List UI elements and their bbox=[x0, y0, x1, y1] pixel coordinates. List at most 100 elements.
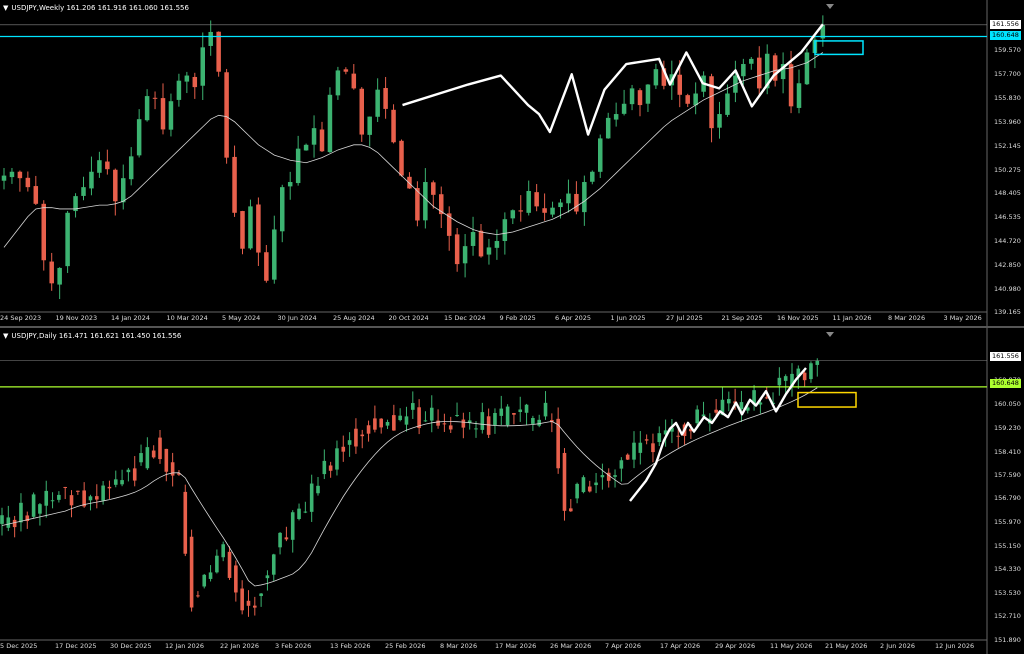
price-tick-label: 150.275 bbox=[994, 165, 1021, 174]
candle-body bbox=[354, 428, 358, 447]
candle-body bbox=[303, 144, 309, 151]
price-tick-label: 151.890 bbox=[994, 636, 1021, 644]
candle-body bbox=[815, 360, 820, 365]
candle-body bbox=[101, 485, 105, 501]
candle-body bbox=[637, 90, 643, 106]
candle-body bbox=[566, 193, 571, 204]
candle-body bbox=[50, 500, 55, 502]
candle-body bbox=[303, 511, 308, 513]
candle-body bbox=[621, 103, 627, 114]
weekly-chart-pane[interactable]: ▼ USDJPY,Weekly 161.206 161.916 161.060 1… bbox=[0, 0, 1024, 326]
candle-body bbox=[164, 448, 169, 472]
candle-body bbox=[341, 446, 346, 452]
time-tick-label: 8 Mar 2026 bbox=[888, 314, 926, 322]
candle-body bbox=[802, 372, 807, 381]
candle-body bbox=[158, 437, 162, 460]
candle-body bbox=[322, 460, 327, 475]
time-tick-label: 8 Mar 2026 bbox=[440, 642, 478, 650]
candle-body bbox=[160, 98, 166, 130]
candle-body bbox=[287, 182, 293, 187]
candle-body bbox=[31, 494, 36, 517]
time-tick-label: 16 Nov 2025 bbox=[777, 314, 819, 322]
candle-body bbox=[25, 177, 31, 188]
candle-body bbox=[644, 439, 649, 441]
price-tick-label: 144.720 bbox=[994, 236, 1021, 245]
candle-body bbox=[259, 593, 263, 597]
price-tick-label: 152.710 bbox=[994, 612, 1021, 621]
candle-body bbox=[69, 495, 74, 506]
price-tick-label: 148.405 bbox=[994, 189, 1021, 198]
candle-body bbox=[189, 536, 194, 608]
candle-body bbox=[594, 482, 598, 486]
candle-body bbox=[543, 402, 548, 417]
time-tick-label: 11 May 2026 bbox=[770, 642, 813, 650]
candle-body bbox=[783, 376, 788, 381]
candle-body bbox=[494, 241, 500, 248]
candle-body bbox=[474, 428, 478, 430]
candle-body bbox=[196, 595, 200, 597]
dropdown-triangle-icon[interactable]: ▼ bbox=[3, 332, 8, 340]
candle-body bbox=[290, 512, 295, 540]
candle-body bbox=[57, 494, 61, 500]
daily-chart-canvas[interactable] bbox=[0, 328, 1024, 654]
time-tick-label: 12 Jan 2026 bbox=[165, 642, 204, 650]
candle-body bbox=[537, 419, 541, 426]
time-tick-label: 24 Sep 2023 bbox=[0, 314, 42, 322]
daily-chart-pane[interactable]: ▼ USDJPY,Daily 161.471 161.621 161.450 16… bbox=[0, 328, 1024, 654]
candle-body bbox=[57, 267, 62, 285]
time-tick-label: 6 Apr 2025 bbox=[555, 314, 592, 322]
candle-body bbox=[284, 537, 289, 540]
candle-body bbox=[531, 418, 535, 424]
candle-body bbox=[404, 416, 409, 425]
moving-average-line bbox=[1, 387, 818, 587]
candle-body bbox=[526, 190, 531, 213]
candle-body bbox=[280, 187, 285, 232]
candle-body bbox=[423, 182, 428, 221]
candle-body bbox=[442, 423, 447, 425]
candle-body bbox=[347, 440, 352, 445]
time-tick-label: 3 May 2026 bbox=[943, 314, 982, 322]
candle-body bbox=[265, 575, 270, 579]
candle-body bbox=[629, 88, 635, 105]
candle-body bbox=[335, 70, 341, 96]
candle-body bbox=[319, 129, 325, 152]
candle-body bbox=[121, 178, 126, 203]
candle-body bbox=[297, 508, 301, 519]
candle-body bbox=[12, 519, 17, 528]
price-tick-label: 159.230 bbox=[994, 423, 1021, 432]
candle-body bbox=[613, 114, 619, 120]
shift-marker-icon[interactable] bbox=[826, 4, 834, 9]
price-tick-label: 153.960 bbox=[994, 118, 1021, 127]
time-tick-label: 12 Jun 2026 bbox=[935, 642, 975, 650]
price-tick-label: 154.330 bbox=[994, 565, 1021, 574]
candle-body bbox=[113, 479, 118, 485]
shift-marker-icon[interactable] bbox=[826, 332, 834, 337]
candle-body bbox=[809, 363, 813, 380]
weekly-chart-canvas[interactable] bbox=[0, 0, 1024, 326]
candle-body bbox=[685, 95, 690, 104]
daily-chart-title: ▼ USDJPY,Daily 161.471 161.621 161.450 16… bbox=[3, 332, 181, 340]
candle-body bbox=[657, 433, 662, 443]
candle-body bbox=[518, 210, 523, 212]
time-tick-label: 3 Feb 2026 bbox=[275, 642, 312, 650]
candle-body bbox=[709, 76, 714, 129]
candle-body bbox=[328, 465, 333, 471]
price-tick-label: 156.790 bbox=[994, 494, 1021, 503]
candle-body bbox=[582, 182, 587, 213]
candle-body bbox=[366, 425, 371, 434]
candle-body bbox=[151, 450, 156, 458]
time-tick-label: 19 Nov 2023 bbox=[55, 314, 98, 322]
candle-body bbox=[208, 31, 213, 46]
candle-body bbox=[183, 491, 188, 554]
candle-body bbox=[480, 412, 485, 430]
moving-average-line bbox=[3, 52, 824, 248]
candle-body bbox=[136, 119, 142, 156]
candle-body bbox=[542, 208, 547, 213]
dropdown-triangle-icon[interactable]: ▼ bbox=[3, 4, 8, 12]
time-tick-label: 30 Dec 2025 bbox=[110, 642, 152, 650]
candle-body bbox=[455, 414, 459, 416]
candle-body bbox=[227, 551, 232, 578]
candle-body bbox=[499, 408, 504, 416]
candle-body bbox=[562, 452, 567, 511]
candle-body bbox=[448, 425, 453, 430]
